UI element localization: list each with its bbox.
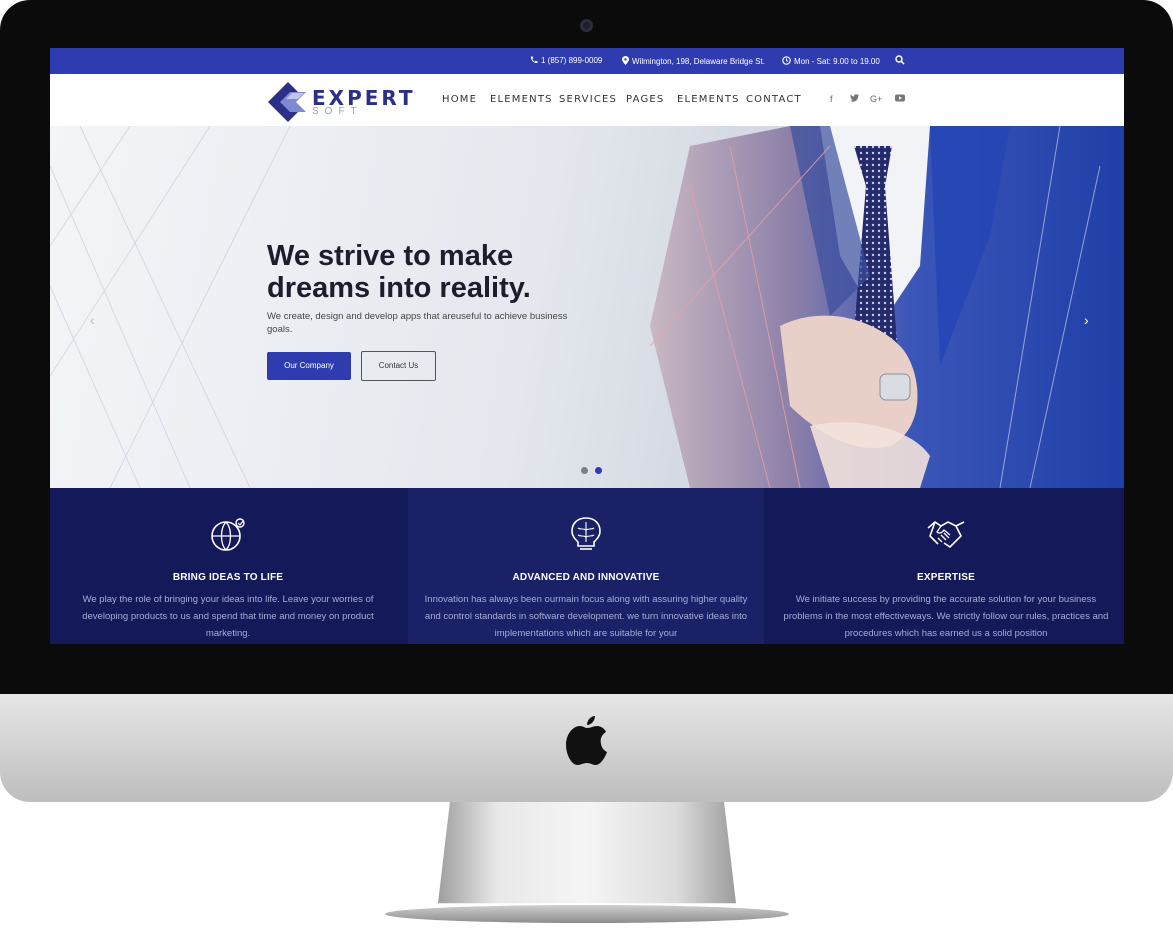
nav-contact[interactable]: CONTACT bbox=[746, 94, 802, 105]
slider-next-icon[interactable]: › bbox=[1084, 312, 1089, 328]
monitor-foot bbox=[385, 905, 789, 923]
nav-elements[interactable]: ELEMENTS bbox=[490, 94, 553, 105]
clock-icon bbox=[782, 56, 791, 65]
feature-card-ideas: BRING IDEAS TO LIFE We play the role of … bbox=[50, 488, 406, 644]
handshake-icon bbox=[927, 520, 965, 549]
camera-icon bbox=[580, 19, 593, 32]
logo-subtitle: SOFT bbox=[312, 106, 363, 117]
google-plus-icon[interactable]: G+ bbox=[870, 94, 882, 104]
search-icon bbox=[895, 55, 905, 65]
phone-icon bbox=[530, 56, 538, 64]
slider-dot-2[interactable] bbox=[595, 467, 602, 474]
hero-slider: We strive to make dreams into reality. W… bbox=[50, 126, 1124, 488]
hero-background-lines bbox=[50, 126, 291, 488]
hours-info: Mon - Sat: 9.00 to 19.00 bbox=[782, 56, 880, 66]
feature-title: ADVANCED AND INNOVATIVE bbox=[512, 572, 660, 583]
address-info: Wilmington, 198, Delaware Bridge St. bbox=[622, 56, 765, 66]
address-text: Wilmington, 198, Delaware Bridge St. bbox=[632, 57, 765, 66]
nav-pages[interactable]: PAGES bbox=[626, 94, 664, 105]
feature-card-expertise: EXPERTISE We initiate success by providi… bbox=[768, 488, 1124, 644]
feature-text: Innovation has always been ourmain focus… bbox=[424, 594, 748, 639]
slider-prev-icon[interactable]: ‹ bbox=[90, 312, 95, 328]
our-company-button[interactable]: Our Company bbox=[267, 352, 351, 380]
feature-title: EXPERTISE bbox=[917, 572, 975, 583]
twitter-icon[interactable] bbox=[850, 94, 859, 104]
nav-services[interactable]: SERVICES bbox=[559, 94, 617, 105]
search-button[interactable] bbox=[895, 55, 908, 66]
youtube-icon[interactable] bbox=[895, 94, 905, 104]
globe-icon bbox=[211, 518, 245, 551]
feature-text: We play the role of bringing your ideas … bbox=[82, 594, 374, 639]
feature-title: BRING IDEAS TO LIFE bbox=[172, 572, 284, 583]
facebook-icon[interactable]: f bbox=[830, 94, 833, 104]
feature-card-innovative: ADVANCED AND INNOVATIVE Innovation has a… bbox=[408, 488, 764, 644]
website-screen: 1 (857) 899-0009 Wilmington, 198, Delawa… bbox=[50, 48, 1124, 644]
phone-info[interactable]: 1 (857) 899-0009 bbox=[530, 56, 602, 65]
nav-elements-2[interactable]: ELEMENTS bbox=[677, 94, 740, 105]
monitor-stand bbox=[438, 802, 736, 904]
feature-text: We initiate success by providing the acc… bbox=[783, 594, 1109, 639]
slider-dot-1[interactable] bbox=[581, 467, 588, 474]
contact-us-button[interactable]: Contact Us bbox=[361, 351, 436, 381]
map-pin-icon bbox=[622, 56, 629, 65]
main-navbar: EXPERT SOFT HOME ELEMENTS SERVICES PAGES… bbox=[50, 74, 1124, 126]
nav-home[interactable]: HOME bbox=[442, 94, 477, 105]
phone-number: 1 (857) 899-0009 bbox=[541, 56, 603, 65]
hours-text: Mon - Sat: 9.00 to 19.00 bbox=[794, 57, 880, 66]
features-section: BRING IDEAS TO LIFE We play the role of … bbox=[50, 488, 1124, 644]
brain-bulb-icon bbox=[571, 517, 601, 550]
businessman-photo bbox=[649, 126, 1124, 488]
top-info-bar: 1 (857) 899-0009 Wilmington, 198, Delawa… bbox=[50, 48, 1124, 74]
apple-logo-icon bbox=[566, 716, 607, 765]
hero-description: We create, design and develop apps that … bbox=[267, 311, 568, 335]
hero-title: We strive to make dreams into reality. bbox=[267, 240, 531, 304]
